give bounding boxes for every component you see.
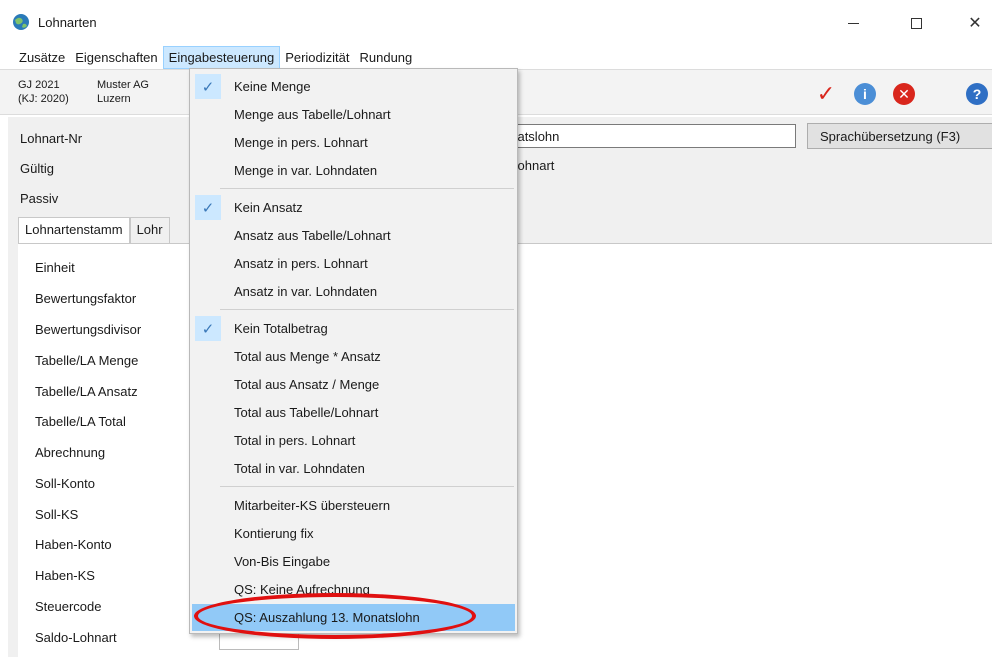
- checkmark-icon: ✓: [195, 316, 221, 341]
- help-icon[interactable]: ?: [965, 82, 989, 106]
- menu-item-label: Ansatz in pers. Lohnart: [234, 256, 368, 271]
- calendar-year: (KJ: 2020): [18, 93, 69, 105]
- title-bar: Lohnarten ✕: [0, 0, 992, 44]
- info-icon[interactable]: i: [853, 82, 877, 106]
- menu-item-label: Ansatz aus Tabelle/Lohnart: [234, 228, 391, 243]
- menu-item-ansatz-tabelle[interactable]: Ansatz aus Tabelle/Lohnart: [192, 222, 515, 249]
- field-haben-ks: Haben-KS: [35, 568, 95, 583]
- field-soll-ks: Soll-KS: [35, 507, 79, 522]
- maximize-button[interactable]: [893, 8, 939, 38]
- menu-item-menge-pers[interactable]: Menge in pers. Lohnart: [192, 129, 515, 156]
- menu-item-label: Total in var. Lohndaten: [234, 461, 365, 476]
- field-bewertungsdivisor: Bewertungsdivisor: [35, 322, 142, 337]
- menu-bar: Zusätze Eigenschaften Eingabesteuerung P…: [0, 45, 992, 69]
- field-saldo-lohnart: Saldo-Lohnart: [35, 630, 117, 645]
- menu-item-von-bis[interactable]: Von-Bis Eingabe: [192, 548, 515, 575]
- close-button[interactable]: ✕: [952, 8, 992, 38]
- menu-item-kein-total[interactable]: ✓ Kein Totalbetrag: [192, 315, 515, 342]
- maximize-icon: [910, 17, 922, 29]
- menu-item-label: Total aus Ansatz / Menge: [234, 377, 380, 392]
- menu-item-menge-var[interactable]: Menge in var. Lohndaten: [192, 157, 515, 184]
- field-haben-konto: Haben-Konto: [35, 537, 112, 552]
- company-info: Muster AG Luzern: [97, 78, 149, 106]
- menu-rundung[interactable]: Rundung: [355, 47, 418, 68]
- lohnart-name-field[interactable]: onatslohn: [498, 124, 796, 148]
- tab-lohn[interactable]: Lohr: [129, 217, 170, 243]
- menu-separator: [220, 188, 514, 189]
- company-location: Luzern: [97, 93, 131, 105]
- field-tabelle-ansatz: Tabelle/LA Ansatz: [35, 384, 138, 399]
- menu-zusaetze[interactable]: Zusätze: [14, 47, 70, 68]
- field-steuercode: Steuercode: [35, 599, 102, 614]
- minimize-button[interactable]: [830, 8, 876, 38]
- menu-item-label: Von-Bis Eingabe: [234, 554, 331, 569]
- menu-item-label: Ansatz in var. Lohndaten: [234, 284, 378, 299]
- menu-eigenschaften[interactable]: Eigenschaften: [70, 47, 162, 68]
- menu-item-kein-ansatz[interactable]: ✓ Kein Ansatz: [192, 194, 515, 221]
- info-circle: i: [854, 83, 876, 105]
- menu-item-kontierung-fix[interactable]: Kontierung fix: [192, 520, 515, 547]
- menu-item-label: Menge aus Tabelle/Lohnart: [234, 107, 391, 122]
- field-abrechnung: Abrechnung: [35, 445, 106, 460]
- field-soll-konto: Soll-Konto: [35, 476, 95, 491]
- window-title: Lohnarten: [38, 15, 97, 30]
- menu-item-total-pers[interactable]: Total in pers. Lohnart: [192, 427, 515, 454]
- gueltig-label: Gültig: [20, 161, 54, 176]
- menu-item-label: Kontierung fix: [234, 526, 314, 541]
- passiv-label: Passiv: [20, 191, 59, 206]
- fiscal-year-info: GJ 2021 (KJ: 2020): [18, 78, 69, 106]
- checkmark-icon: ✓: [195, 74, 221, 99]
- cancel-icon[interactable]: ✕: [892, 82, 916, 106]
- menu-item-total-var[interactable]: Total in var. Lohndaten: [192, 455, 515, 482]
- menu-item-total-tabelle[interactable]: Total aus Tabelle/Lohnart: [192, 399, 515, 426]
- menu-item-label: Menge in var. Lohndaten: [234, 163, 378, 178]
- menu-item-menge-tabelle[interactable]: Menge aus Tabelle/Lohnart: [192, 101, 515, 128]
- menu-item-label: Kein Totalbetrag: [234, 321, 328, 336]
- check-icon[interactable]: ✓: [814, 81, 838, 106]
- menu-item-label: Keine Menge: [234, 79, 311, 94]
- close-icon: ✕: [968, 15, 982, 32]
- menu-item-label: Menge in pers. Lohnart: [234, 135, 368, 150]
- tab-lohnartenstamm[interactable]: Lohnartenstamm: [18, 217, 130, 243]
- field-bewertungsfaktor: Bewertungsfaktor: [35, 291, 137, 306]
- menu-item-label: Mitarbeiter-KS übersteuern: [234, 498, 391, 513]
- menu-separator: [220, 486, 514, 487]
- field-tabelle-menge: Tabelle/LA Menge: [35, 353, 139, 368]
- tab-bar: Lohnartenstamm Lohr: [18, 217, 170, 243]
- field-einheit: Einheit: [35, 260, 75, 275]
- lohnart-nr-label: Lohnart-Nr: [20, 131, 83, 146]
- menu-item-keine-menge[interactable]: ✓ Keine Menge: [192, 73, 515, 100]
- checkmark-icon: ✓: [195, 195, 221, 220]
- translate-button[interactable]: Sprachübersetzung (F3): [807, 123, 992, 149]
- menu-item-ansatz-var[interactable]: Ansatz in var. Lohndaten: [192, 278, 515, 305]
- minimize-icon: [847, 22, 859, 24]
- menu-item-mitarbeiter-ks[interactable]: Mitarbeiter-KS übersteuern: [192, 492, 515, 519]
- menu-eingabesteuerung[interactable]: Eingabesteuerung: [162, 45, 281, 69]
- menu-item-label: Total aus Menge * Ansatz: [234, 349, 381, 364]
- menu-item-label: Kein Ansatz: [234, 200, 303, 215]
- menu-item-label: Total aus Tabelle/Lohnart: [234, 405, 379, 420]
- red-annotation-ellipse: [194, 593, 476, 639]
- menu-separator: [220, 309, 514, 310]
- field-tabelle-total: Tabelle/LA Total: [35, 414, 126, 429]
- fiscal-year: GJ 2021: [18, 79, 60, 91]
- menu-item-ansatz-pers[interactable]: Ansatz in pers. Lohnart: [192, 250, 515, 277]
- menu-item-total-ansatz-menge[interactable]: Total aus Ansatz / Menge: [192, 371, 515, 398]
- company-name: Muster AG: [97, 79, 149, 91]
- menu-item-total-menge-ansatz[interactable]: Total aus Menge * Ansatz: [192, 343, 515, 370]
- menu-periodizitaet[interactable]: Periodizität: [280, 47, 354, 68]
- help-circle: ?: [966, 83, 988, 105]
- menu-item-label: Total in pers. Lohnart: [234, 433, 356, 448]
- globe-app-icon: [13, 14, 29, 30]
- eingabesteuerung-dropdown: ✓ Keine Menge Menge aus Tabelle/Lohnart M…: [189, 68, 518, 634]
- cancel-circle: ✕: [893, 83, 915, 105]
